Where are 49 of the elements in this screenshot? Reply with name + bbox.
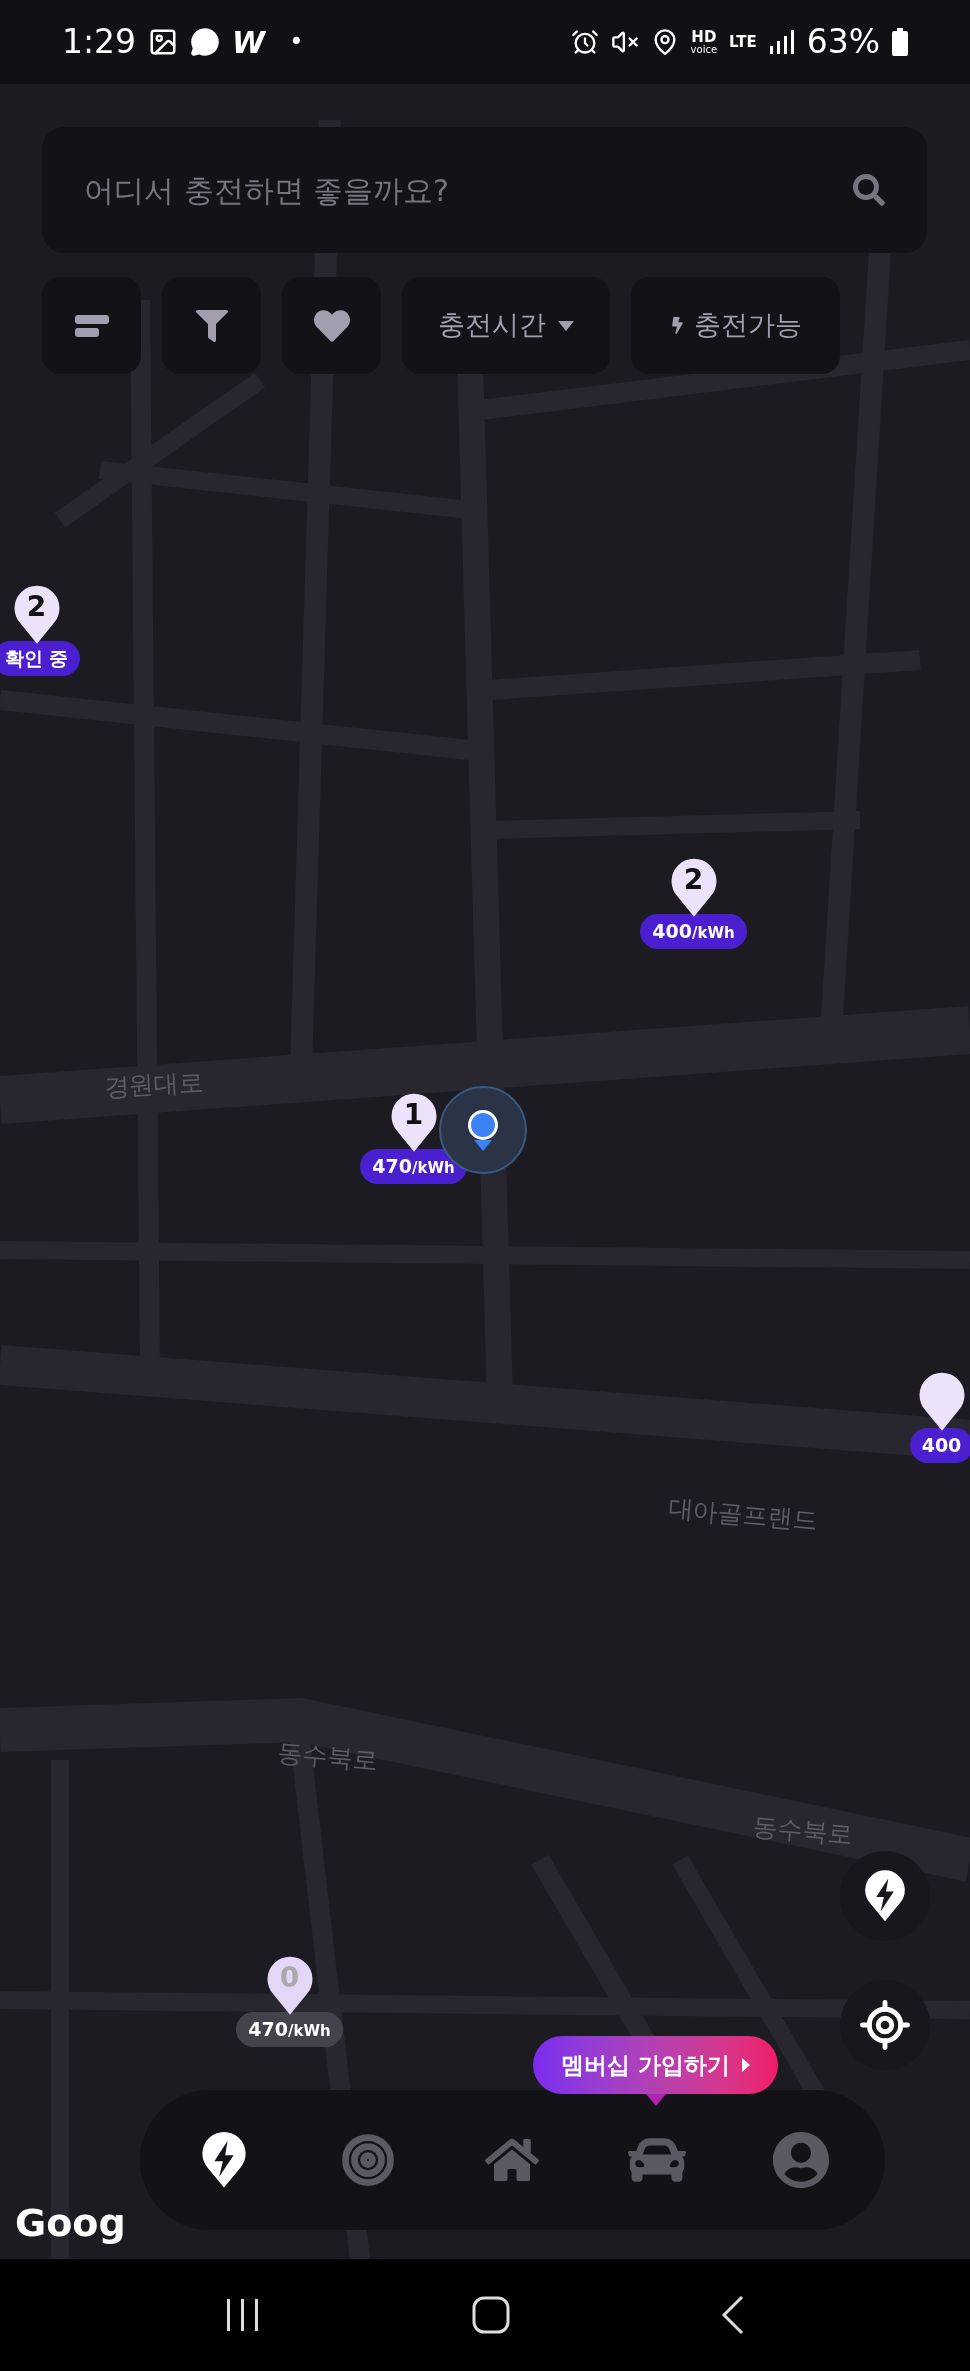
favorite-button[interactable] bbox=[282, 277, 381, 374]
battery-icon bbox=[892, 28, 908, 56]
bubble-tail bbox=[645, 2094, 666, 2106]
charge-time-dropdown[interactable]: 충전시간 bbox=[402, 277, 610, 374]
filter-icon bbox=[195, 309, 228, 342]
caret-icon bbox=[558, 320, 574, 331]
notification-dot: • bbox=[289, 27, 304, 58]
profile-icon bbox=[771, 2131, 830, 2189]
back-icon[interactable] bbox=[720, 2295, 745, 2335]
heart-icon bbox=[313, 307, 350, 344]
image-icon bbox=[148, 27, 179, 57]
message-icon bbox=[190, 27, 221, 57]
bolt-icon bbox=[669, 317, 686, 334]
search-icon bbox=[853, 174, 885, 206]
map-attribution: Goog bbox=[15, 2200, 126, 2247]
pin-bolt-icon bbox=[200, 2131, 249, 2189]
pin-count: 1 bbox=[402, 1101, 425, 1129]
road-label: 대아골프랜드 bbox=[666, 1492, 820, 1538]
road-label: 동수북로 bbox=[276, 1736, 380, 1778]
search-field[interactable]: 어디서 충전하면 좋을까요? bbox=[42, 127, 927, 253]
pin-count: 2 bbox=[25, 593, 48, 621]
road-label: 동수북로 bbox=[751, 1810, 855, 1852]
locate-icon bbox=[858, 1998, 912, 2052]
search-input[interactable]: 어디서 충전하면 좋을까요? bbox=[84, 167, 784, 213]
sort-icon bbox=[74, 312, 109, 339]
pin-count: 2 bbox=[682, 866, 705, 894]
available-toggle[interactable]: 충전가능 bbox=[631, 277, 840, 374]
sort-button[interactable] bbox=[42, 277, 141, 374]
network-label: LTE bbox=[729, 31, 757, 53]
hd-label: HD bbox=[691, 29, 717, 45]
price-tag[interactable]: 470/kWh bbox=[236, 2012, 343, 2047]
price-tag[interactable]: 400 bbox=[909, 1428, 970, 1463]
pin-bolt-icon bbox=[863, 1869, 907, 1923]
app-letter: W bbox=[232, 23, 266, 62]
price-tag[interactable]: 확인 중 bbox=[0, 641, 81, 676]
target-icon bbox=[341, 2133, 396, 2187]
battery-percent: 63% bbox=[806, 21, 880, 64]
road-label: 경원대로 bbox=[103, 1066, 205, 1104]
alarm-icon bbox=[570, 28, 599, 56]
caret-icon bbox=[742, 2058, 750, 2072]
home-icon[interactable] bbox=[472, 2296, 510, 2334]
status-time: 1:29 bbox=[62, 21, 137, 64]
price-tag[interactable]: 470/kWh bbox=[360, 1149, 467, 1184]
pin-count: 0 bbox=[278, 1964, 301, 1992]
filter-button[interactable] bbox=[162, 277, 261, 374]
voice-label: voice bbox=[690, 44, 718, 55]
price-tag[interactable]: 400/kWh bbox=[640, 914, 747, 949]
signal-icon bbox=[768, 30, 795, 54]
membership-bubble[interactable]: 멤버십 가입하기 bbox=[533, 2036, 778, 2094]
